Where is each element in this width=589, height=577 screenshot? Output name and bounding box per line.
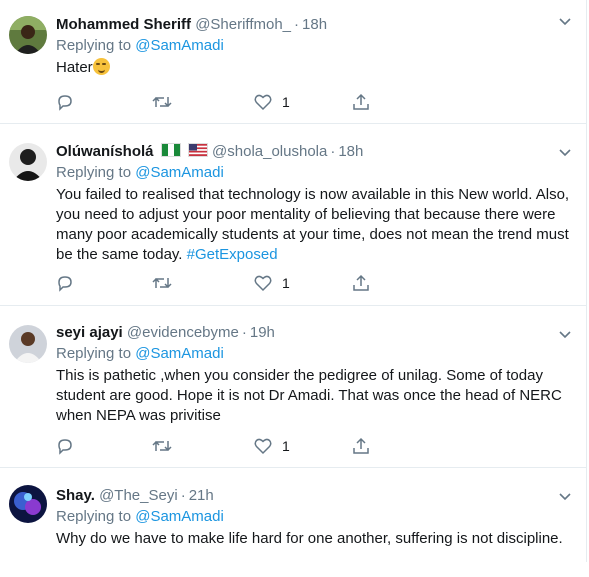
tweet[interactable]: Mohammed Sheriff @Sheriffmoh_ · 18h Replyi… [0, 0, 586, 124]
retweet-icon [152, 96, 172, 108]
share-icon [353, 437, 369, 454]
author-handle[interactable]: @evidencebyme [127, 324, 239, 341]
author-handle[interactable]: @The_Seyi [99, 487, 178, 504]
tweet[interactable]: seyi ajayi @evidencebyme · 19h Replying to… [0, 305, 586, 468]
reply-icon [58, 95, 72, 111]
like-icon [254, 94, 272, 111]
like-count: 1 [282, 438, 290, 454]
tweet-text: Why do we have to make life hard for one… [56, 529, 572, 549]
tweet-actions: 1 [56, 273, 396, 293]
mention-link[interactable]: @SamAmadi [135, 345, 224, 362]
author-name[interactable]: Olúwanísholá [56, 143, 154, 160]
retweet-button[interactable] [152, 92, 172, 112]
reply-icon [58, 276, 72, 292]
author-handle[interactable]: @shola_olushola [212, 143, 327, 160]
timestamp[interactable]: 19h [250, 324, 275, 341]
share-icon [353, 274, 369, 291]
share-button[interactable] [352, 273, 370, 293]
tweet-body: This is pathetic ,when you consider the … [56, 367, 562, 424]
retweet-icon [152, 277, 172, 289]
tweet-actions: 1 [56, 436, 396, 456]
like-button[interactable]: 1 [254, 273, 290, 293]
mention-link[interactable]: @SamAmadi [135, 164, 224, 181]
tweet-body: You failed to realised that technology i… [56, 186, 570, 263]
retweet-icon [152, 440, 172, 452]
like-count: 1 [282, 275, 290, 291]
tweet-body: Hater [56, 59, 93, 76]
avatar[interactable] [9, 485, 47, 523]
hashtag-link[interactable]: #GetExposed [187, 246, 278, 263]
replying-to-label: Replying to [56, 37, 132, 54]
timestamp[interactable]: 18h [302, 16, 327, 33]
mention-link[interactable]: @SamAmadi [135, 37, 224, 54]
reply-button[interactable] [56, 92, 74, 112]
caret-down-icon[interactable] [558, 489, 572, 503]
nigeria-flag-icon [160, 143, 181, 157]
replying-to-label: Replying to [56, 345, 132, 362]
reply-button[interactable] [56, 273, 74, 293]
share-button[interactable] [352, 436, 370, 456]
reply-button[interactable] [56, 436, 74, 456]
usa-flag-icon [187, 143, 208, 157]
like-icon [254, 275, 272, 292]
replying-to: Replying to @SamAmadi [56, 36, 572, 56]
timestamp[interactable]: 18h [338, 143, 363, 160]
retweet-button[interactable] [152, 273, 172, 293]
timestamp[interactable]: 21h [189, 487, 214, 504]
author-handle[interactable]: @Sheriffmoh_ [195, 16, 291, 33]
tweet[interactable]: Olúwanísholá @shola_olushola · 18h Replyin… [0, 123, 586, 306]
mention-link[interactable]: @SamAmadi [135, 508, 224, 525]
caret-down-icon[interactable] [558, 145, 572, 159]
caret-down-icon[interactable] [558, 327, 572, 341]
share-icon [353, 93, 369, 110]
replying-to: Replying to @SamAmadi [56, 507, 572, 527]
separator-dot: · [294, 16, 300, 33]
tweet[interactable]: Shay. @The_Seyi · 21h Replying to @SamAmad… [0, 467, 586, 577]
reply-icon [58, 439, 72, 455]
replying-to: Replying to @SamAmadi [56, 344, 572, 364]
author-name[interactable]: Mohammed Sheriff [56, 16, 191, 33]
retweet-button[interactable] [152, 436, 172, 456]
author-name[interactable]: Shay. [56, 487, 95, 504]
smirking-face-emoji [92, 58, 110, 75]
avatar[interactable] [9, 16, 47, 54]
tweet-text: Hater [56, 58, 572, 78]
tweet-body: Why do we have to make life hard for one… [56, 530, 563, 547]
like-button[interactable]: 1 [254, 436, 290, 456]
like-icon [254, 438, 272, 455]
caret-down-icon[interactable] [558, 14, 572, 28]
share-button[interactable] [352, 92, 370, 112]
replying-to-label: Replying to [56, 508, 132, 525]
replies-feed: Mohammed Sheriff @Sheriffmoh_ · 18h Replyi… [0, 0, 587, 562]
separator-dot: · [241, 324, 247, 341]
replying-to: Replying to @SamAmadi [56, 163, 572, 183]
separator-dot: · [180, 487, 186, 504]
like-button[interactable]: 1 [254, 92, 290, 112]
author-name[interactable]: seyi ajayi [56, 324, 123, 341]
tweet-actions: 1 [56, 92, 396, 112]
replying-to-label: Replying to [56, 164, 132, 181]
tweet-text: You failed to realised that technology i… [56, 185, 572, 265]
like-count: 1 [282, 94, 290, 110]
tweet-text: This is pathetic ,when you consider the … [56, 366, 572, 426]
separator-dot: · [330, 143, 336, 160]
avatar[interactable] [9, 143, 47, 181]
avatar[interactable] [9, 325, 47, 363]
